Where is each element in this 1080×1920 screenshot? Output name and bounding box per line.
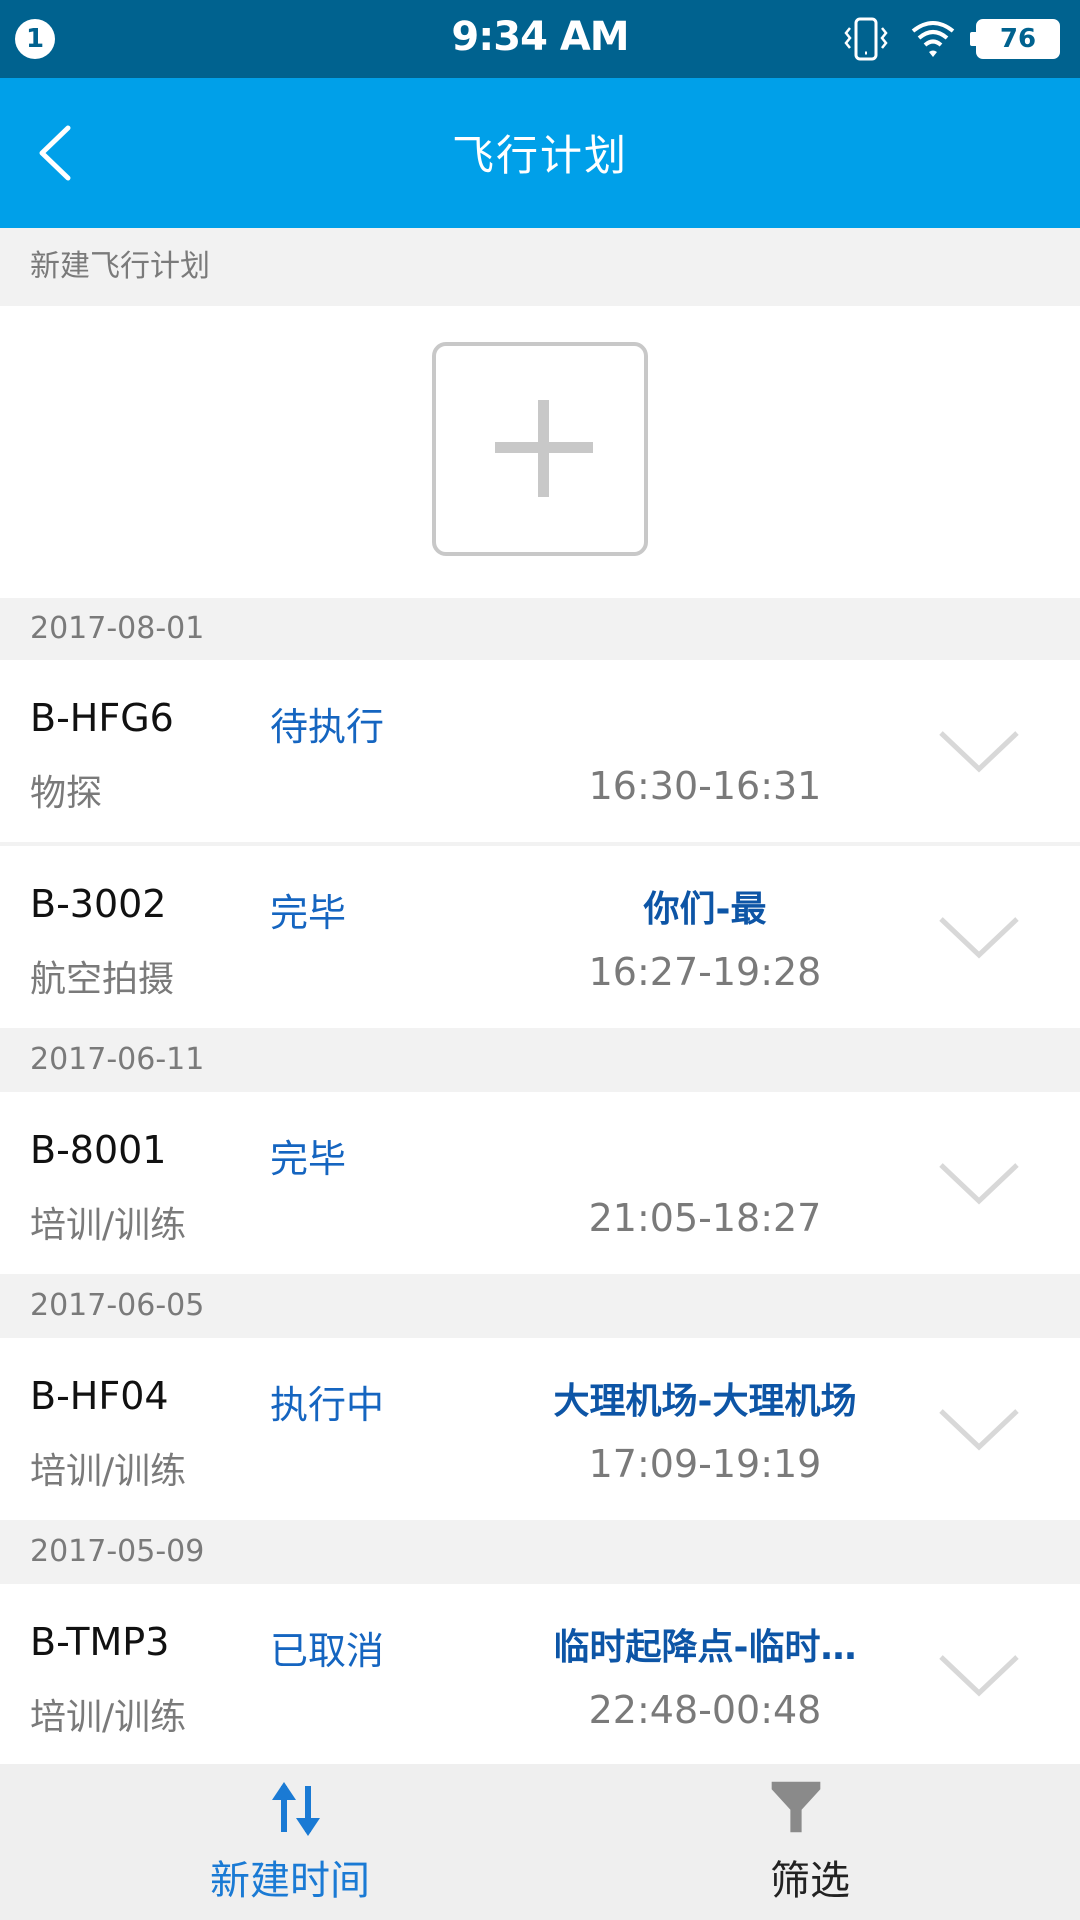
chevron-down-icon[interactable] <box>936 726 1022 778</box>
sort-label: 新建时间 <box>210 1858 370 1904</box>
route-text: 大理机场-大理机场 <box>553 1381 857 1422</box>
aircraft-registration: B-8001 <box>30 1128 167 1172</box>
flight-plan-row[interactable]: B-HFG6 待执行 物探 16:30-16:31 <box>0 660 1080 842</box>
date-header: 2017-08-01 <box>0 598 1080 660</box>
plus-icon <box>495 400 593 497</box>
chevron-down-icon[interactable] <box>936 1158 1022 1210</box>
status-bar: 1 9:34 AM 76 <box>0 0 1080 78</box>
chevron-down-icon[interactable] <box>936 1650 1022 1702</box>
sort-by-created-time-button[interactable]: 新建时间 <box>0 1764 540 1920</box>
flight-plan-row[interactable]: B-TMP3 已取消 临时起降点-临时… 培训/训练 22:48-00:48 <box>0 1584 1080 1764</box>
app-bar: 飞行计划 <box>0 78 1080 228</box>
flight-plan-row[interactable]: B-8001 完毕 培训/训练 21:05-18:27 <box>0 1092 1080 1274</box>
mission-type: 培训/训练 <box>30 1697 187 1738</box>
vibrate-icon <box>844 17 888 61</box>
flight-plan-row[interactable]: B-HF04 执行中 大理机场-大理机场 培训/训练 17:09-19:19 <box>0 1338 1080 1520</box>
route-text: 临时起降点-临时… <box>553 1627 857 1668</box>
mission-type: 物探 <box>30 773 103 814</box>
aircraft-registration: B-HF04 <box>30 1374 169 1418</box>
wifi-icon <box>911 21 955 57</box>
time-range: 17:09-19:19 <box>588 1442 822 1486</box>
filter-label: 筛选 <box>770 1858 850 1904</box>
plan-status: 已取消 <box>270 1629 385 1673</box>
mission-type: 培训/训练 <box>30 1451 187 1492</box>
bottom-toolbar: 新建时间 筛选 <box>0 1764 1080 1920</box>
filter-funnel-icon <box>771 1781 821 1833</box>
status-icons: 76 <box>842 16 1060 62</box>
time-range: 16:27-19:28 <box>588 950 822 994</box>
date-header: 2017-06-05 <box>0 1274 1080 1338</box>
mission-type: 培训/训练 <box>30 1205 187 1246</box>
filter-button[interactable]: 筛选 <box>540 1764 1080 1920</box>
page-title: 飞行计划 <box>451 131 628 180</box>
add-plan-button[interactable] <box>432 342 648 556</box>
time-range: 22:48-00:48 <box>588 1688 822 1732</box>
new-plan-area <box>0 306 1080 598</box>
plan-status: 完毕 <box>270 891 347 935</box>
plan-status: 待执行 <box>270 705 385 749</box>
aircraft-registration: B-TMP3 <box>30 1620 170 1664</box>
battery-indicator: 76 <box>970 19 1060 59</box>
plan-status: 执行中 <box>270 1383 385 1427</box>
date-header: 2017-06-11 <box>0 1028 1080 1092</box>
route-text: 你们-最 <box>643 889 767 930</box>
chevron-down-icon[interactable] <box>936 1404 1022 1456</box>
sort-arrows-icon <box>272 1782 320 1836</box>
time-range: 16:30-16:31 <box>588 764 822 808</box>
aircraft-registration: B-HFG6 <box>30 696 174 740</box>
date-header: 2017-05-09 <box>0 1520 1080 1584</box>
chevron-down-icon[interactable] <box>936 912 1022 964</box>
aircraft-registration: B-3002 <box>30 882 167 926</box>
time-range: 21:05-18:27 <box>588 1196 822 1240</box>
flight-plan-row[interactable]: B-3002 完毕 你们-最 航空拍摄 16:27-19:28 <box>0 846 1080 1028</box>
plan-status: 完毕 <box>270 1137 347 1181</box>
new-plan-section-header: 新建飞行计划 <box>0 228 1080 306</box>
mission-type: 航空拍摄 <box>30 959 175 1000</box>
